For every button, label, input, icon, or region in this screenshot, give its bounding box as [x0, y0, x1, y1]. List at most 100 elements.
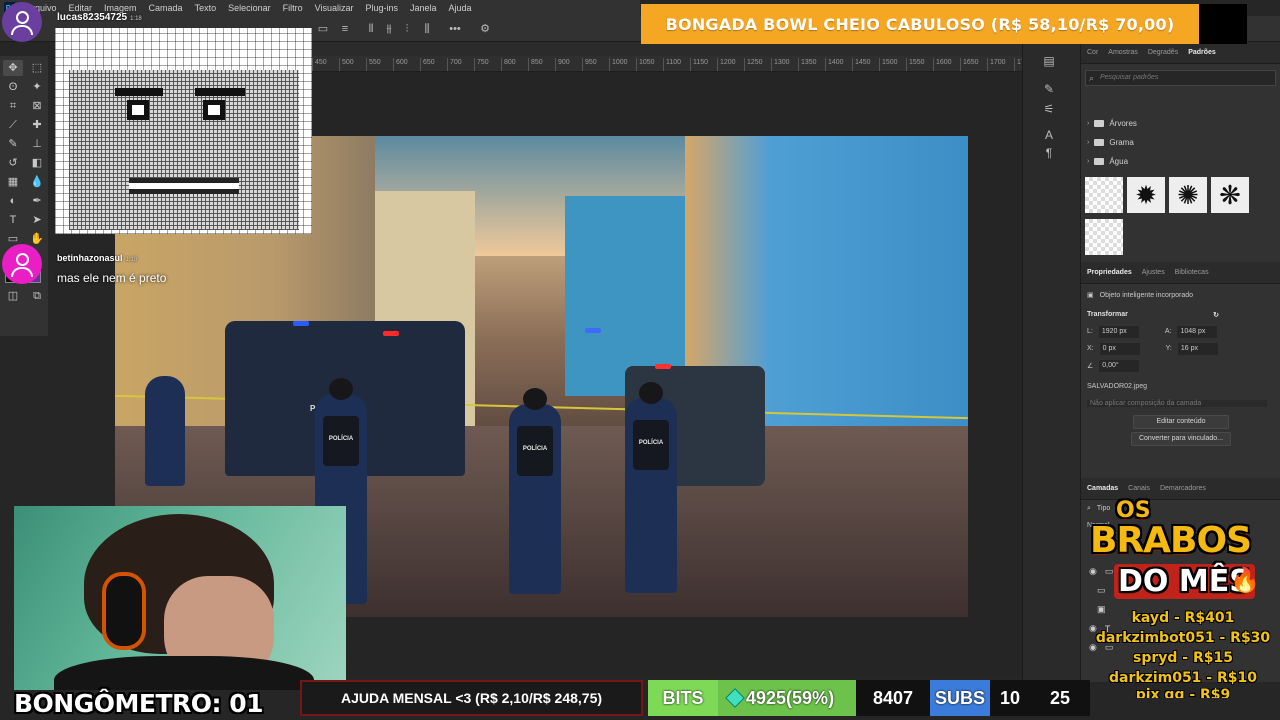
more-options-icon[interactable]: ••• — [448, 22, 462, 36]
tab-ajustes[interactable]: Ajustes — [1142, 269, 1165, 276]
angle-field[interactable]: 0,00° — [1099, 359, 1140, 372]
menu-ajuda[interactable]: Ajuda — [443, 3, 478, 13]
donor-item: darkzim051 - R$10 — [1108, 670, 1257, 686]
screen-mode-icon[interactable]: ⧉ — [27, 288, 47, 304]
menu-camada[interactable]: Camada — [143, 3, 189, 13]
pixel-art-brow-left — [115, 88, 163, 96]
crop-tool-icon[interactable]: ⌗ — [3, 98, 23, 114]
donor-item: darkzimbot051 - R$30 — [1095, 630, 1271, 646]
distribute-v-icon[interactable]: ⫵ — [382, 22, 396, 36]
align-center-icon[interactable]: ≡ — [338, 22, 352, 36]
image-officer-label: POLÍCIA — [638, 440, 664, 446]
eraser-icon[interactable]: ◧ — [27, 155, 47, 171]
transform-header: Transformar ↻ — [1081, 306, 1280, 323]
brush-panel-icon[interactable]: ✎ — [1041, 82, 1057, 98]
pattern-swatch-blank-2[interactable] — [1085, 219, 1123, 255]
height-field[interactable]: 1048 px — [1177, 325, 1218, 338]
paragraph-panel-icon[interactable]: ¶ — [1041, 146, 1057, 162]
tab-amostras[interactable]: Amostras — [1108, 49, 1138, 56]
hand-tool-icon[interactable]: ✋ — [27, 231, 47, 247]
document-tab-bar — [312, 42, 1022, 56]
transform-angle-row: ∠ 0,00° — [1081, 357, 1280, 374]
goal-ticker-text: BONGADA BOWL CHEIO CABULOSO (R$ 58,10/R$… — [665, 14, 1175, 34]
menu-janela[interactable]: Janela — [404, 3, 443, 13]
frame-tool-icon[interactable]: ⊠ — [27, 98, 47, 114]
patterns-search-input[interactable]: Pesquisar padrões — [1085, 70, 1276, 86]
pen-tool-icon[interactable]: ✒ — [27, 193, 47, 209]
tab-propriedades[interactable]: Propriedades — [1087, 269, 1132, 276]
path-select-icon[interactable]: ➤ — [27, 212, 47, 228]
image-siren-blue-2 — [585, 328, 601, 333]
tab-demarcadores[interactable]: Demarcadores — [1160, 485, 1206, 492]
gradient-tool-icon[interactable]: ▦ — [3, 174, 23, 190]
pattern-swatch-leaf-icon[interactable]: ✹ — [1127, 177, 1165, 213]
tab-camadas[interactable]: Camadas — [1087, 485, 1118, 492]
chevron-right-icon: › — [1087, 158, 1090, 165]
tab-padroes[interactable]: Padrões — [1188, 49, 1216, 56]
convert-linked-button[interactable]: Converter para vinculado... — [1131, 432, 1231, 446]
reset-transform-icon[interactable]: ↻ — [1213, 311, 1219, 319]
pattern-folder-arvores[interactable]: › Árvores — [1081, 114, 1280, 133]
flame-icon: 🔥 — [1230, 567, 1260, 594]
width-field[interactable]: 1920 px — [1098, 325, 1139, 338]
pattern-folder-grama[interactable]: › Grama — [1081, 133, 1280, 152]
tab-degrades[interactable]: Degradês — [1148, 49, 1178, 56]
history-panel-icon[interactable]: ▤ — [1041, 54, 1057, 70]
ruler-tick: 850 — [528, 58, 555, 71]
monthly-goal-text: AJUDA MENSAL <3 (R$ 2,10/R$ 248,75) — [340, 690, 603, 706]
tab-canais[interactable]: Canais — [1128, 485, 1150, 492]
bits-progress: 4925(59%) — [746, 687, 835, 708]
ruler-tick: 1650 — [960, 58, 987, 71]
marquee-tool-icon[interactable]: ⬚ — [27, 60, 47, 76]
character-panel-icon[interactable]: A — [1041, 128, 1057, 144]
gear-icon[interactable]: ⚙ — [478, 22, 492, 36]
distribute-space-icon[interactable]: ⫼ — [420, 22, 434, 36]
align-left-icon[interactable]: ▭ — [316, 22, 330, 36]
file-name-label: SALVADOR02.jpeg — [1087, 383, 1148, 390]
healing-brush-icon[interactable]: ✚ — [27, 117, 47, 133]
bits-count: 8407 — [872, 687, 914, 708]
monthly-goal-bar: AJUDA MENSAL <3 (R$ 2,10/R$ 248,75) — [300, 680, 643, 716]
y-field[interactable]: 16 px — [1177, 342, 1218, 355]
pattern-swatch-plant-icon[interactable]: ❋ — [1211, 177, 1249, 213]
history-brush-icon[interactable]: ↺ — [3, 155, 23, 171]
tab-cor[interactable]: Cor — [1087, 49, 1098, 56]
text-tool-icon[interactable]: T — [3, 212, 23, 228]
brush-tool-icon[interactable]: ✎ — [3, 136, 23, 152]
ruler-tick: 600 — [393, 58, 420, 71]
dodge-tool-icon[interactable]: ◐ — [3, 193, 23, 209]
x-field[interactable]: 0 px — [1099, 342, 1140, 355]
pattern-swatch-blank[interactable] — [1085, 177, 1123, 213]
bits-count-box: 8407 — [856, 680, 930, 716]
stamp-tool-icon[interactable]: ⊥ — [27, 136, 47, 152]
tab-bibliotecas[interactable]: Bibliotecas — [1175, 269, 1209, 276]
ruler-tick: 1550 — [906, 58, 933, 71]
quick-mask-icon[interactable]: ◫ — [3, 288, 23, 304]
folder-label: Água — [1109, 157, 1129, 166]
edit-content-button[interactable]: Editar conteúdo — [1133, 415, 1229, 429]
distribute-h-icon[interactable]: ⫶ — [400, 22, 414, 36]
eyedropper-icon[interactable]: ⟋ — [3, 117, 23, 133]
menu-texto[interactable]: Texto — [189, 3, 223, 13]
magic-wand-icon[interactable]: ✦ — [27, 79, 47, 95]
menu-plugins[interactable]: Plug-ins — [359, 3, 404, 13]
brabos-line2: BRABOS — [1090, 520, 1252, 561]
layer-comp-select[interactable]: Não aplicar composição da camada — [1087, 400, 1267, 407]
menu-selecionar[interactable]: Selecionar — [222, 3, 277, 13]
adjustments-panel-icon[interactable]: ⚟ — [1041, 102, 1057, 118]
webcam-shirt — [54, 656, 314, 690]
menu-visualizar[interactable]: Visualizar — [309, 3, 360, 13]
pattern-folder-agua[interactable]: › Água — [1081, 152, 1280, 171]
menu-filtro[interactable]: Filtro — [277, 3, 309, 13]
ruler-tick: 1500 — [879, 58, 906, 71]
distribute-icon[interactable]: ⫴ — [364, 22, 378, 36]
blur-tool-icon[interactable]: 💧 — [27, 174, 47, 190]
donor-item: pix gg - R$9 — [1135, 688, 1231, 698]
pattern-swatch-texture-icon[interactable]: ✺ — [1169, 177, 1207, 213]
move-tool-icon[interactable]: ✥ — [3, 60, 23, 76]
chat-username-text: betinhazonasul — [57, 253, 123, 263]
height-label: A: — [1164, 328, 1172, 335]
bits-label-box: BITS — [648, 680, 718, 716]
lasso-tool-icon[interactable]: ʘ — [3, 79, 23, 95]
image-officer-label: POLÍCIA — [328, 436, 354, 442]
